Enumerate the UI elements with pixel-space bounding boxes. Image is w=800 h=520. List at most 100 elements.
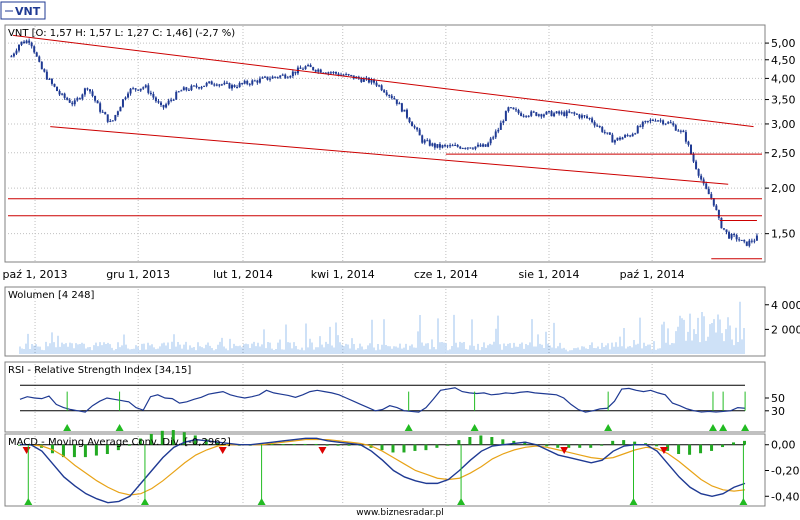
price-candle-body [428,140,431,146]
price-candle-body [271,76,274,79]
price-candle-body [636,126,639,134]
price-candle-body [679,130,682,132]
price-candle-body [575,113,578,115]
price-candle-body [142,87,145,89]
price-candle-body [651,119,654,121]
price-candle-body [631,134,634,137]
price-candle-body [702,179,705,184]
price-candle-body [61,93,64,95]
price-candle-body [446,145,449,147]
footer-source: www.biznesradar.pl [356,508,443,518]
price-y-tick-label: 3,50 [771,94,796,107]
price-candle-body [124,97,127,100]
price-candle-body [299,67,302,69]
price-candle-body [233,85,236,88]
macd-y-tick-label: -0,20 [771,465,799,478]
price-candle-body [12,53,15,57]
price-candle-body [695,161,698,169]
price-candle-body [606,132,609,134]
price-candle-body [50,78,53,84]
rsi-y-tick-label: 50 [771,392,785,405]
price-candle-body [302,68,305,70]
price-candle-body [111,120,114,122]
price-candle-body [537,114,540,116]
macd-histogram-bar [600,444,604,446]
price-candle-body [360,78,363,82]
price-candle-body [276,77,279,79]
price-candle-body [177,91,180,93]
price-candle-body [334,71,337,74]
price-candle-body [532,111,535,113]
price-candle-body [573,112,576,114]
price-candle-body [416,127,419,130]
volume-y-tick-label: 2 000 [771,323,800,336]
price-candle-body [659,120,662,122]
price-candle-body [672,123,675,126]
x-tick-label: gru 1, 2013 [106,268,170,281]
price-candle-body [405,109,408,118]
price-candle-body [418,129,421,136]
price-candle-body [104,112,107,115]
price-candle-body [502,121,505,123]
price-candle-body [165,104,168,108]
price-candle-body [15,50,18,54]
macd-histogram-bar [314,443,318,445]
price-candle-body [454,145,457,147]
price-candle-body [755,235,758,241]
price-candle-body [180,90,183,92]
price-candle-body [258,78,261,83]
price-candle-body [411,122,414,127]
price-candle-body [190,85,193,91]
price-candle-body [697,168,700,176]
price-candle-body [167,100,170,105]
price-candle-body [263,76,266,78]
price-candle-body [119,106,122,112]
x-tick-label: paź 1, 2014 [620,268,685,281]
price-candle-body [91,91,94,96]
price-candle-body [127,93,130,98]
price-candle-body [144,85,147,88]
price-candle-body [563,112,566,116]
price-candle-body [40,61,43,70]
price-candle-body [616,137,619,141]
price-candle-body [479,144,482,147]
price-candle-body [560,112,563,114]
macd-histogram-bar [556,444,560,448]
price-candle-body [689,144,692,155]
price-candle-body [684,132,687,142]
price-candle-body [48,78,51,80]
macd-y-tick-label: 0,00 [771,439,796,452]
price-candle-body [367,77,370,83]
price-candle-body [149,92,152,94]
price-candle-body [304,66,307,70]
price-candle-body [730,234,733,239]
price-candle-body [593,122,596,126]
price-candle-body [332,71,335,73]
price-y-tick-label: 4,50 [771,54,796,67]
macd-histogram-bar [578,444,582,448]
x-tick-label: sie 1, 2014 [518,268,579,281]
price-candle-body [725,229,728,233]
macd-histogram-bar [292,443,296,445]
price-candle-body [512,107,515,110]
price-candle-body [269,78,272,80]
price-candle-body [30,42,33,47]
price-candle-body [281,74,284,76]
price-candle-body [76,98,79,101]
macd-histogram-bar [545,444,549,447]
macd-panel-title: MACD - Moving Average Conv. Div. [-0,296… [8,437,231,448]
price-y-tick-label: 2,50 [771,147,796,160]
price-candle-body [231,85,234,89]
price-candle-body [312,67,315,71]
price-candle-body [745,241,748,246]
price-candle-body [624,135,627,138]
macd-histogram-bar [336,444,340,446]
price-candle-body [99,103,102,112]
price-y-tick-label: 5,00 [771,37,796,50]
price-candle-body [132,88,135,90]
price-candle-body [390,95,393,99]
price-candle-body [20,41,23,45]
price-candle-body [101,111,104,113]
price-candle-body [413,126,416,128]
price-candle-body [426,140,429,142]
